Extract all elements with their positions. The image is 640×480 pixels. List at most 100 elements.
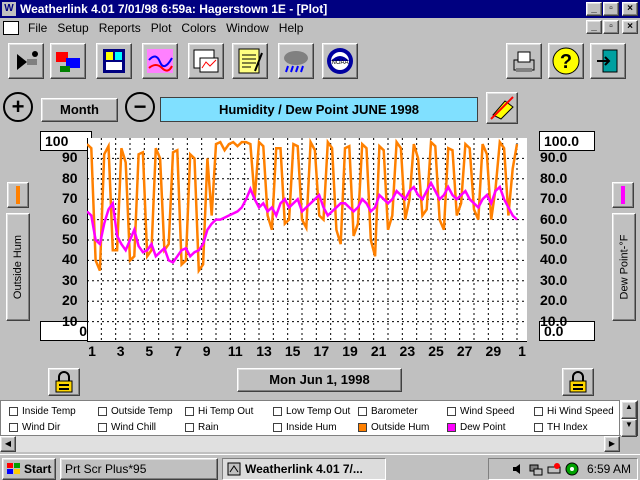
taskbar: Start Prt Scr Plus*95 Weatherlink 4.01 7… — [0, 454, 640, 480]
scroll-right-icon[interactable]: ▶ — [604, 436, 620, 452]
humidity-chart[interactable] — [87, 138, 527, 342]
legend-label: Hi Wind Speed — [547, 405, 614, 417]
period-button[interactable]: Month — [41, 98, 118, 122]
menu-help[interactable]: Help — [274, 21, 309, 35]
help-button[interactable]: ? — [548, 43, 584, 79]
legend-item[interactable]: Wind Chill — [98, 419, 156, 435]
noaa-button[interactable]: NOAA — [322, 43, 358, 79]
document-icon[interactable] — [3, 20, 19, 35]
menu-reports[interactable]: Reports — [94, 21, 146, 35]
print-button[interactable] — [506, 43, 542, 79]
right-tick-label: 90.0 — [540, 149, 568, 166]
legend-item[interactable]: Hi Temp Out — [185, 403, 253, 419]
doc-restore-button[interactable]: ▫ — [603, 20, 619, 34]
legend-scrollbar[interactable]: ▲ ▼ — [620, 400, 638, 437]
browse-button[interactable] — [142, 43, 178, 79]
eraser-icon — [490, 96, 514, 120]
legend-item[interactable]: Barometer — [358, 403, 418, 419]
x-tick-label: 13 — [256, 343, 272, 359]
legend-checkbox[interactable] — [534, 422, 543, 432]
clear-plot-button[interactable] — [486, 92, 518, 124]
left-tick-label: 10 — [62, 312, 78, 329]
legend-item[interactable]: Low Temp Out — [273, 403, 350, 419]
app-icon[interactable]: W — [2, 2, 16, 16]
volume-icon[interactable] — [511, 462, 525, 476]
legend-checkbox[interactable] — [273, 406, 282, 416]
minimize-button[interactable]: _ — [586, 2, 602, 16]
legend-item[interactable]: TH Index — [534, 419, 588, 435]
menu-setup[interactable]: Setup — [52, 21, 93, 35]
modem-icon[interactable] — [547, 462, 561, 476]
legend-checkbox[interactable] — [98, 422, 107, 432]
legend-checkbox[interactable] — [185, 422, 194, 432]
summary-button[interactable] — [232, 43, 268, 79]
legend-item[interactable]: Outside Temp — [98, 403, 173, 419]
bulletin-button[interactable] — [96, 43, 132, 79]
legend-label: Hi Temp Out — [198, 405, 254, 417]
left-lock-button[interactable] — [48, 368, 80, 396]
scheduler-icon[interactable] — [565, 462, 579, 476]
menu-window[interactable]: Window — [221, 21, 274, 35]
plot-button[interactable] — [188, 43, 224, 79]
legend-checkbox[interactable] — [534, 406, 543, 416]
weatherlink-icon — [227, 462, 241, 476]
scroll-left-icon[interactable]: ◀ — [0, 436, 16, 452]
legend-item[interactable]: Hi Wind Speed — [534, 403, 614, 419]
doc-minimize-button[interactable]: _ — [586, 20, 602, 34]
zoom-out-button[interactable]: − — [125, 92, 155, 122]
exit-button[interactable] — [590, 43, 626, 79]
scroll-down-icon[interactable]: ▼ — [621, 419, 637, 437]
legend-checkbox[interactable] — [358, 406, 367, 416]
legend-label: Dew Point — [460, 421, 506, 433]
toolbar: NOAA ? — [0, 38, 640, 86]
plot-icon — [193, 49, 219, 73]
left-axis-max[interactable]: 100 — [40, 131, 92, 151]
right-axis-label: Dew Point-°F — [618, 234, 631, 300]
window-title: Weatherlink 4.01 7/01/98 6:59a: Hagersto… — [20, 2, 328, 16]
task-prtscr[interactable]: Prt Scr Plus*95 — [60, 458, 218, 480]
menu-plot[interactable]: Plot — [146, 21, 177, 35]
close-button[interactable]: × — [622, 2, 638, 16]
legend-checkbox[interactable] — [447, 406, 456, 416]
left-tick-label: 30 — [62, 271, 78, 288]
select-station-button[interactable] — [8, 43, 44, 79]
forecast-button[interactable] — [278, 43, 314, 79]
right-tick-label: 30.0 — [540, 271, 568, 288]
task-weatherlink[interactable]: Weatherlink 4.01 7/... — [222, 458, 386, 480]
right-series-color-button[interactable] — [612, 182, 634, 208]
doc-close-button[interactable]: × — [622, 20, 638, 34]
legend-item[interactable]: Outside Hum — [358, 419, 429, 435]
legend-checkbox[interactable] — [98, 406, 107, 416]
legend-checkbox[interactable] — [185, 406, 194, 416]
scroll-up-icon[interactable]: ▲ — [621, 401, 637, 419]
right-axis-series-button[interactable]: Dew Point-°F — [612, 213, 636, 321]
date-button[interactable]: Mon Jun 1, 1998 — [237, 368, 402, 392]
right-lock-button[interactable] — [562, 368, 594, 396]
legend-label: Wind Chill — [111, 421, 157, 433]
legend-item[interactable]: Inside Temp — [9, 403, 76, 419]
right-axis-max[interactable]: 100.0 — [539, 131, 595, 151]
legend-item[interactable]: Wind Speed — [447, 403, 514, 419]
legend-checkbox[interactable] — [9, 406, 18, 416]
menu-file[interactable]: File — [23, 21, 52, 35]
left-axis-series-button[interactable]: Outside Hum — [6, 213, 30, 321]
summary-icon — [238, 48, 263, 74]
start-button[interactable]: Start — [2, 458, 56, 480]
horizontal-scrollbar[interactable]: ◀ ▶ — [0, 436, 620, 452]
legend-item[interactable]: Inside Hum — [273, 419, 337, 435]
series-legend: Inside Temp Outside Temp Hi Temp Out Low Te… — [0, 400, 620, 436]
legend-checkbox[interactable] — [447, 422, 456, 432]
legend-checkbox[interactable] — [273, 422, 282, 432]
legend-item[interactable]: Dew Point — [447, 419, 506, 435]
legend-checkbox[interactable] — [358, 422, 367, 432]
maximize-button[interactable]: ▫ — [603, 2, 619, 16]
legend-item[interactable]: Wind Dir — [9, 419, 60, 435]
menu-colors[interactable]: Colors — [176, 21, 221, 35]
left-series-color-button[interactable] — [7, 182, 29, 208]
network-icon[interactable] — [529, 462, 543, 476]
x-tick-label: 11 — [227, 343, 243, 359]
legend-item[interactable]: Rain — [185, 419, 219, 435]
zoom-in-button[interactable]: + — [3, 92, 33, 122]
download-button[interactable] — [50, 43, 86, 79]
legend-checkbox[interactable] — [9, 422, 18, 432]
